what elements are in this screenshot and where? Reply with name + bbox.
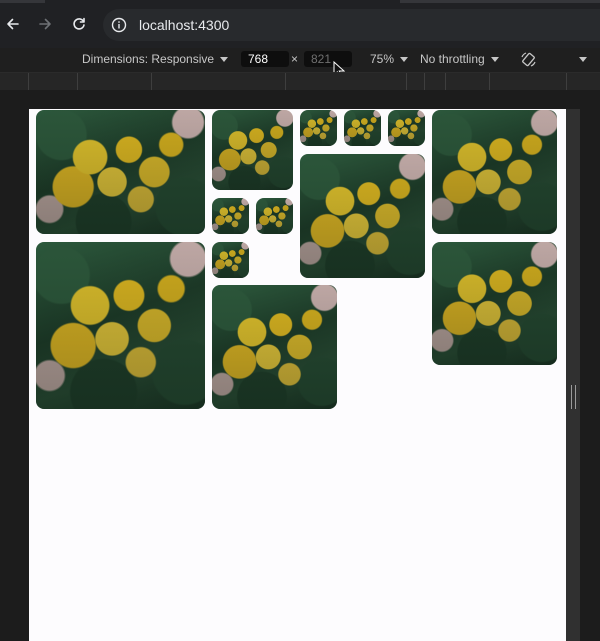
- gallery-image[interactable]: [212, 242, 249, 278]
- tab-edge: [400, 0, 600, 3]
- ruler-tick: [566, 73, 567, 90]
- gallery-image[interactable]: [212, 110, 293, 190]
- device-toolbar: Dimensions: Responsive 768 × 821 75% No …: [0, 48, 600, 78]
- width-input[interactable]: 768: [241, 51, 289, 67]
- forward-button[interactable]: [33, 12, 57, 36]
- gallery-image[interactable]: [388, 110, 425, 146]
- address-bar[interactable]: localhost:4300: [103, 9, 600, 41]
- gallery-image[interactable]: [300, 110, 337, 146]
- back-button[interactable]: [1, 12, 25, 36]
- gallery-image[interactable]: [344, 110, 381, 146]
- ruler-tick: [151, 73, 152, 90]
- chevron-down-icon: [400, 56, 409, 62]
- throttling-label: No throttling: [420, 52, 485, 66]
- gallery-image[interactable]: [256, 198, 293, 234]
- gallery-image[interactable]: [36, 110, 205, 234]
- chevron-down-icon: [579, 57, 587, 62]
- gallery-image[interactable]: [212, 198, 249, 234]
- ruler-tick: [489, 73, 490, 90]
- viewport-resize-edge[interactable]: [566, 109, 580, 641]
- arrow-left-icon: [7, 18, 19, 30]
- ruler-tick: [406, 73, 407, 90]
- device-ruler: [0, 72, 600, 91]
- ruler-tick: [77, 73, 78, 90]
- zoom-label: 75%: [370, 52, 395, 66]
- url-text: localhost:4300: [139, 17, 230, 33]
- emulated-viewport: [29, 109, 566, 641]
- rotate-icon: [521, 52, 536, 67]
- gallery-image[interactable]: [36, 242, 205, 409]
- gallery-image[interactable]: [432, 110, 557, 234]
- site-info-button[interactable]: [111, 17, 127, 33]
- browser-toolbar: localhost:4300: [0, 0, 600, 49]
- more-options-button[interactable]: [579, 57, 587, 62]
- chevron-down-icon: [220, 56, 229, 62]
- ruler-tick: [445, 73, 446, 90]
- dimensions-label: Dimensions: Responsive: [82, 52, 215, 66]
- tab-edge: [0, 0, 45, 3]
- rotate-button[interactable]: [520, 51, 537, 68]
- gallery-image[interactable]: [432, 242, 557, 365]
- chevron-down-icon: [490, 56, 499, 62]
- ruler-tick: [424, 73, 425, 90]
- info-circle-icon: [111, 17, 127, 33]
- gallery-image[interactable]: [212, 285, 337, 409]
- reload-button[interactable]: [67, 12, 91, 36]
- throttling-dropdown[interactable]: No throttling: [420, 52, 499, 66]
- ruler-tick: [28, 73, 29, 90]
- arrow-right-icon: [39, 18, 51, 30]
- dimensions-dropdown[interactable]: Dimensions: Responsive: [82, 52, 229, 66]
- reload-icon: [73, 17, 85, 30]
- gallery-image[interactable]: [300, 154, 425, 278]
- ruler-tick: [285, 73, 286, 90]
- zoom-dropdown[interactable]: 75%: [370, 52, 409, 66]
- dimension-separator: ×: [291, 52, 299, 66]
- resize-handle[interactable]: [571, 385, 576, 409]
